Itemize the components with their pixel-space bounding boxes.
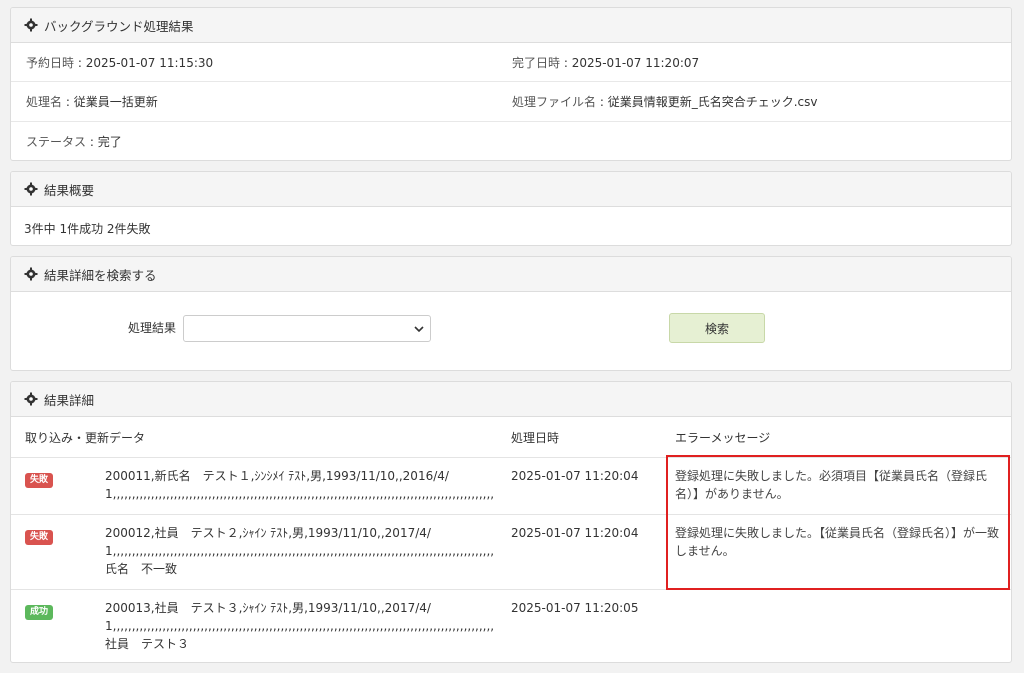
search-title: 結果詳細を検索する (44, 267, 157, 283)
row-error: 登録処理に失敗しました。必須項目【従業員氏名（登録氏名）】がありません。 (675, 469, 988, 501)
search-panel: 結果詳細を検索する 処理結果 検索 (10, 256, 1012, 371)
process-status: ステータス : 完了 (26, 134, 122, 149)
row-data: 200011,新氏名 テスト１,ｼﾝｼﾒｲ ﾃｽﾄ,男,1993/11/10,,… (105, 469, 495, 501)
column-header-error: エラーメッセージ (675, 431, 771, 445)
summary-panel: 結果概要 3件中 1件成功 2件失敗 (10, 171, 1012, 246)
status-badge: 失敗 (25, 473, 54, 488)
details-heading: 結果詳細 (11, 382, 1011, 417)
background-result-title: バックグラウンド処理結果 (44, 18, 194, 34)
process-name: 処理名 : 従業員一括更新 (26, 95, 158, 109)
table-row: 成功 200013,社員 テスト３,ｼｬｲﾝ ﾃｽﾄ,男,1993/11/10,… (11, 589, 1011, 662)
status-row: ステータス : 完了 (11, 122, 1011, 160)
summary-heading: 結果概要 (11, 172, 1011, 207)
result-filter-select[interactable] (183, 315, 431, 342)
table-row: 失敗 200011,新氏名 テスト１,ｼﾝｼﾒｲ ﾃｽﾄ,男,1993/11/1… (11, 457, 1011, 514)
gear-icon (24, 182, 38, 196)
process-file: 処理ファイル名 : 従業員情報更新_氏名突合チェック.csv (512, 95, 818, 109)
row-data: 200013,社員 テスト３,ｼｬｲﾝ ﾃｽﾄ,男,1993/11/10,,20… (105, 601, 495, 651)
chevron-down-icon (414, 326, 424, 333)
column-header-data: 取り込み・更新データ (25, 431, 146, 445)
search-button[interactable]: 検索 (669, 313, 765, 343)
process-row: 処理名 : 従業員一括更新 処理ファイル名 : 従業員情報更新_氏名突合チェック… (11, 82, 1011, 122)
summary-text: 3件中 1件成功 2件失敗 (24, 222, 151, 236)
status-badge: 失敗 (25, 530, 54, 545)
row-date: 2025-01-07 11:20:04 (511, 469, 639, 483)
background-result-panel: バックグラウンド処理結果 予約日時 : 2025-01-07 11:15:30 … (10, 7, 1012, 161)
table-row: 失敗 200012,社員 テスト２,ｼｬｲﾝ ﾃｽﾄ,男,1993/11/10,… (11, 514, 1011, 589)
status-badge: 成功 (25, 605, 54, 620)
scheduled-datetime: 予約日時 : 2025-01-07 11:15:30 (26, 55, 214, 70)
schedule-row: 予約日時 : 2025-01-07 11:15:30 完了日時 : 2025-0… (11, 43, 1011, 82)
completed-datetime: 完了日時 : 2025-01-07 11:20:07 (512, 55, 700, 70)
gear-icon (24, 392, 38, 406)
column-header-date: 処理日時 (511, 431, 560, 445)
row-date: 2025-01-07 11:20:05 (511, 601, 639, 615)
gear-icon (24, 18, 38, 32)
summary-title: 結果概要 (44, 182, 95, 198)
details-title: 結果詳細 (44, 392, 95, 408)
row-date: 2025-01-07 11:20:04 (511, 526, 639, 540)
search-heading: 結果詳細を検索する (11, 257, 1011, 292)
gear-icon (24, 267, 38, 281)
row-error: 登録処理に失敗しました。【従業員氏名（登録氏名）】が一致しません。 (675, 526, 1000, 558)
details-panel: 結果詳細 取り込み・更新データ 処理日時 エラーメッセージ 失敗 200011,… (10, 381, 1012, 663)
row-data: 200012,社員 テスト２,ｼｬｲﾝ ﾃｽﾄ,男,1993/11/10,,20… (105, 526, 495, 576)
result-filter-label: 処理結果 (128, 321, 177, 335)
background-result-heading: バックグラウンド処理結果 (11, 8, 1011, 43)
